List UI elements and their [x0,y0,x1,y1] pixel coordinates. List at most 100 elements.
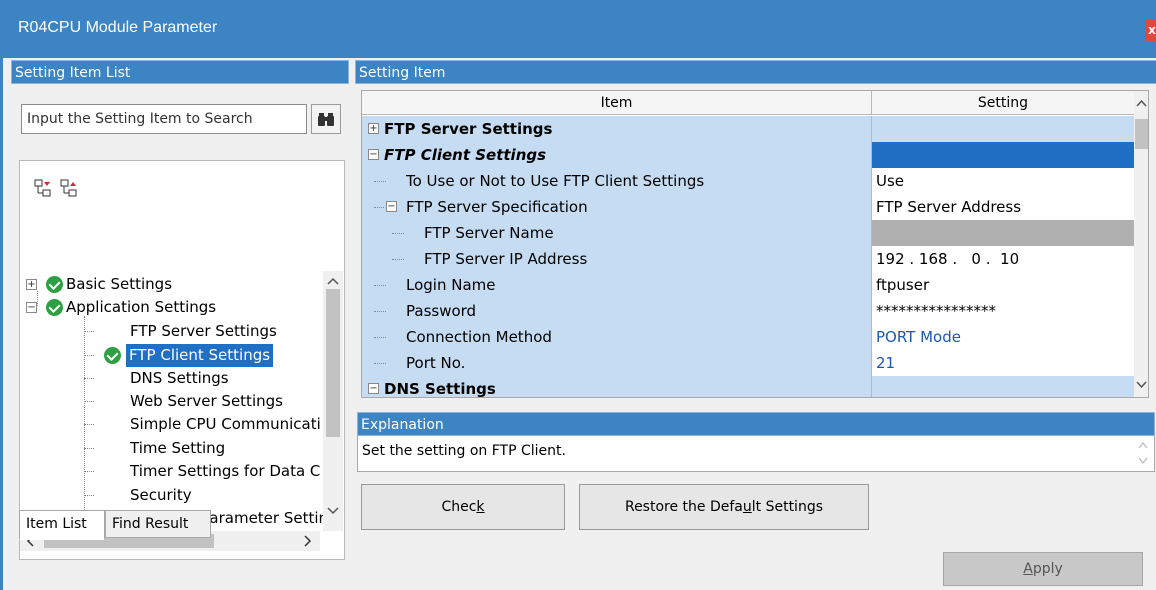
tree-item-label: Timer Settings for Data C [130,462,321,480]
tree-item-dns-settings[interactable]: DNS Settings [20,367,320,390]
explanation-header: Explanation [357,412,1155,436]
grid-row-dns-settings[interactable]: − DNS Settings [362,376,1134,398]
tree-item-security[interactable]: Security [20,484,320,507]
collapse-icon[interactable]: − [368,149,379,160]
check-button-accesskey: k [476,499,485,515]
grid-cell-setting[interactable]: ftpuser [872,272,1134,298]
tree-item-web-server-settings[interactable]: Web Server Settings [20,390,320,413]
grid-cell-setting[interactable]: Use [872,168,1134,194]
chevron-up-icon[interactable] [1136,99,1147,107]
tree-item-label: Security [130,486,192,504]
grid-item-label: Connection Method [406,328,552,346]
grid-cell-item: + FTP Server Settings [362,116,872,142]
binoculars-icon [318,113,334,126]
search-input[interactable]: Input the Setting Item to Search [21,104,307,134]
chevron-up-icon[interactable] [1138,441,1148,449]
grid-cell-setting[interactable]: 21 [872,350,1134,376]
tab-item-list[interactable]: Item List [19,510,105,540]
grid-cell-setting[interactable]: 192 . 168 . 0 . 10 [872,246,1134,272]
tree-item-label: Application Settings [66,298,217,316]
grid-cell-setting [872,116,1134,142]
grid-row-login-name[interactable]: Login Name ftpuser [362,272,1134,298]
grid-row-ftp-server-specification[interactable]: − FTP Server Specification FTP Server Ad… [362,194,1134,220]
grid-item-label: DNS Settings [384,380,496,398]
grid-row-use-ftp-client[interactable]: To Use or Not to Use FTP Client Settings… [362,168,1134,194]
tree-line [374,337,386,338]
setting-item-list-header: Setting Item List [11,60,349,84]
grid-cell-item: − FTP Client Settings [362,142,872,168]
grid-row-ftp-server-settings[interactable]: + FTP Server Settings [362,116,1134,142]
expand-all-icon[interactable] [34,179,52,197]
grid-item-label: Password [406,302,477,320]
grid-row-connection-method[interactable]: Connection Method PORT Mode [362,324,1134,350]
tree-line [374,181,386,182]
column-header-setting[interactable]: Setting [872,91,1134,115]
tree-item-ftp-server-settings[interactable]: FTP Server Settings [20,320,320,343]
grid-item-label: Port No. [406,354,466,372]
expand-icon[interactable]: + [368,123,379,134]
tree-item-timer-settings-data[interactable]: Timer Settings for Data C [20,460,320,483]
grid-row-port-no[interactable]: Port No. 21 [362,350,1134,376]
module-parameter-window: R04CPU Module Parameter x Setting Item L… [0,0,1156,590]
grid-item-label: FTP Server Specification [406,198,588,216]
expand-icon[interactable]: + [26,279,37,290]
scrollbar-thumb[interactable] [326,289,340,437]
tree-item-time-setting[interactable]: Time Setting [20,437,320,460]
chevron-right-icon[interactable] [304,535,312,547]
apply-button[interactable]: Apply [943,552,1143,586]
search-button[interactable] [311,104,341,134]
column-header-item[interactable]: Item [362,91,872,115]
tree-item-ftp-client-settings[interactable]: FTP Client Settings [20,344,320,367]
apply-button-accesskey: A [1023,561,1033,577]
chevron-down-icon[interactable] [327,507,339,515]
grid-cell-item: Password [362,298,872,324]
collapse-icon[interactable]: − [368,383,379,394]
grid-item-label: Login Name [406,276,496,294]
grid-item-label: To Use or Not to Use FTP Client Settings [406,172,705,190]
grid-cell-item: − DNS Settings [362,376,872,398]
tree-item-simple-cpu-communication[interactable]: Simple CPU Communicati [20,413,321,436]
title-bar: R04CPU Module Parameter x [3,0,1156,58]
tree-line [84,495,94,496]
collapse-icon[interactable]: − [26,302,37,313]
settings-grid: Item Setting + FTP Server Settings − FTP… [361,90,1149,398]
chevron-up-icon[interactable] [327,277,339,285]
grid-cell-setting[interactable]: FTP Server Address [872,194,1134,220]
close-button[interactable]: x [1145,19,1156,41]
grid-item-label: FTP Server IP Address [424,250,588,268]
grid-cell-item: − FTP Server Specification [362,194,872,220]
chevron-down-icon[interactable] [1136,381,1147,389]
window-title: R04CPU Module Parameter [18,19,218,36]
grid-vertical-scrollbar[interactable] [1134,91,1148,397]
tree-line [84,331,94,332]
grid-cell-setting [872,142,1134,168]
grid-row-ftp-server-name[interactable]: FTP Server Name [362,220,1134,246]
tree-line [374,363,386,364]
grid-cell-setting[interactable]: PORT Mode [872,324,1134,350]
tree-item-application-settings[interactable]: − Application Settings [20,296,320,319]
collapse-icon[interactable]: − [386,201,397,212]
tree-item-basic-settings[interactable]: + Basic Settings [20,273,320,296]
collapse-all-icon[interactable] [60,179,78,197]
grid-cell-setting[interactable]: **************** [872,298,1134,324]
grid-item-label: FTP Client Settings [384,146,547,164]
check-button[interactable]: Check [361,484,565,530]
chevron-down-icon[interactable] [1138,457,1148,465]
explanation-text: Set the setting on FTP Client. [362,443,566,459]
tree-line [374,285,386,286]
tree-item-label: Simple CPU Communicati [130,415,321,433]
tab-find-result[interactable]: Find Result [105,510,211,538]
grid-row-ftp-server-ip[interactable]: FTP Server IP Address 192 . 168 . 0 . 10 [362,246,1134,272]
grid-row-password[interactable]: Password **************** [362,298,1134,324]
tree-line [392,259,404,260]
grid-cell-setting [872,376,1134,397]
restore-default-button[interactable]: Restore the Default Settings [579,484,869,530]
grid-row-ftp-client-settings[interactable]: − FTP Client Settings [362,142,1134,168]
grid-header: Item Setting [362,91,1134,115]
grid-cell-item: To Use or Not to Use FTP Client Settings [362,168,872,194]
tree-item-label: FTP Client Settings [126,344,274,367]
scrollbar-thumb[interactable] [1135,119,1148,149]
tree-vertical-scrollbar[interactable] [323,271,343,531]
tree-item-label: Web Server Settings [130,392,283,410]
grid-cell-item: FTP Server Name [362,220,872,246]
